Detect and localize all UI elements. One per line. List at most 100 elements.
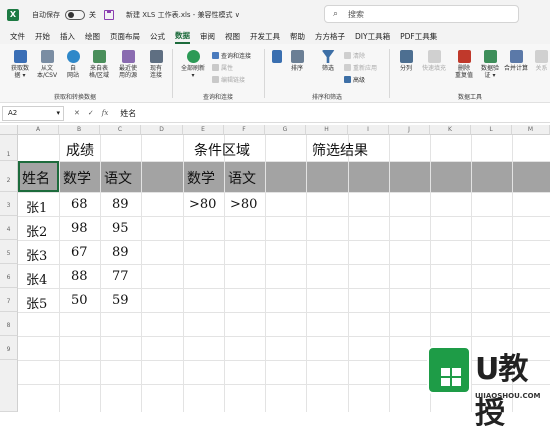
row-header[interactable]: 5 <box>0 240 18 264</box>
flash-fill-button[interactable]: 快速填充 <box>420 50 448 72</box>
column-header[interactable]: I <box>348 125 389 135</box>
row-header[interactable]: 2 <box>0 161 18 192</box>
row-header[interactable]: 4 <box>0 216 18 240</box>
reapply-button[interactable]: 重新应用 <box>344 63 377 72</box>
properties-button[interactable]: 属性 <box>212 63 233 72</box>
edit-links-button[interactable]: 编辑链接 <box>212 75 245 84</box>
tab-ffcell[interactable]: 方方格子 <box>315 31 345 42</box>
column-header[interactable]: A <box>18 125 59 135</box>
cell-header-math[interactable]: 数学 <box>63 168 91 188</box>
recent-sources-icon <box>121 50 135 63</box>
row-header[interactable]: 6 <box>0 264 18 288</box>
from-table-button[interactable]: 来自表 格/区域 <box>86 50 112 79</box>
recent-sources-button[interactable]: 最近使 用的源 <box>115 50 141 79</box>
cell-math[interactable]: 67 <box>71 245 88 260</box>
tab-draw[interactable]: 绘图 <box>85 31 100 42</box>
sort-az-button[interactable] <box>270 50 284 65</box>
data-validation-button[interactable]: 数据验 证 ▾ <box>478 50 502 79</box>
cell-name[interactable]: 张1 <box>26 197 47 216</box>
column-header[interactable]: K <box>430 125 471 135</box>
relationships-icon <box>535 50 548 63</box>
row-header[interactable]: 7 <box>0 288 18 312</box>
row-header[interactable] <box>0 360 18 412</box>
queries-connections-button[interactable]: 查询和连接 <box>212 51 251 60</box>
consolidate-button[interactable]: 合并计算 <box>502 50 530 72</box>
cell-math[interactable]: 88 <box>71 269 88 284</box>
tab-file[interactable]: 文件 <box>10 31 25 42</box>
tab-diy-toolbox[interactable]: DIY工具箱 <box>355 31 390 42</box>
name-box[interactable]: A2 ▾ <box>2 105 64 121</box>
cell-criteria-chinese-value[interactable]: >80 <box>230 197 257 212</box>
refresh-all-button[interactable]: 全部刷新 ▾ <box>178 50 208 79</box>
from-web-button[interactable]: 自 网站 <box>63 50 83 79</box>
cell-header-chinese[interactable]: 语文 <box>104 168 132 188</box>
tab-review[interactable]: 审阅 <box>200 31 215 42</box>
formula-input[interactable]: 姓名 <box>120 108 136 119</box>
tab-pdf-tools[interactable]: PDF工具集 <box>400 31 437 42</box>
group-label-data-tools: 数据工具 <box>458 94 483 101</box>
tab-page-layout[interactable]: 页面布局 <box>110 31 140 42</box>
column-header[interactable]: F <box>224 125 265 135</box>
fx-icon[interactable]: fx <box>102 109 109 117</box>
cell-chinese[interactable]: 59 <box>112 293 129 308</box>
cell-criteria-chinese[interactable]: 语文 <box>228 168 256 188</box>
column-header[interactable]: J <box>389 125 430 135</box>
cancel-icon[interactable]: ✕ <box>74 109 80 117</box>
cell-name[interactable]: 张2 <box>26 221 47 240</box>
tab-help[interactable]: 帮助 <box>290 31 305 42</box>
tab-data[interactable]: 数据 <box>175 30 190 44</box>
cell-results-heading[interactable]: 筛选结果 <box>312 140 368 160</box>
from-text-csv-button[interactable]: 从文 本/CSV <box>34 50 60 79</box>
cell-chinese[interactable]: 95 <box>112 221 129 236</box>
document-title[interactable]: 新建 XLS 工作表.xls - 兼容性模式 ∨ <box>126 10 240 20</box>
cell-chinese[interactable]: 89 <box>112 245 129 260</box>
get-data-button[interactable]: 获取数 据 ▾ <box>8 50 32 79</box>
sort-button[interactable]: 排序 <box>288 50 306 72</box>
clear-filter-button[interactable]: 清除 <box>344 51 365 60</box>
cell-math[interactable]: 68 <box>71 197 88 212</box>
cell-name[interactable]: 张5 <box>26 293 47 312</box>
cell-chinese[interactable]: 77 <box>112 269 129 284</box>
column-header[interactable]: E <box>183 125 224 135</box>
column-header[interactable]: G <box>265 125 306 135</box>
select-all-corner[interactable] <box>0 125 18 135</box>
relationships-button[interactable]: 关系 <box>533 50 550 72</box>
cell-chinese[interactable]: 89 <box>112 197 129 212</box>
active-cell-selection <box>18 161 59 192</box>
cell-name[interactable]: 张4 <box>26 269 47 288</box>
row-header[interactable]: 1 <box>0 135 18 161</box>
advanced-filter-button[interactable]: 高级 <box>344 75 365 84</box>
cell-scores-heading[interactable]: 成绩 <box>66 140 94 160</box>
autosave-toggle[interactable] <box>65 9 85 20</box>
tab-home[interactable]: 开始 <box>35 31 50 42</box>
cell-criteria-heading[interactable]: 条件区域 <box>194 140 250 160</box>
existing-connections-button[interactable]: 现有 连接 <box>146 50 166 79</box>
row-header[interactable]: 8 <box>0 312 18 336</box>
search-box[interactable]: ⌕ 搜索 <box>324 5 519 23</box>
tab-formulas[interactable]: 公式 <box>150 31 165 42</box>
group-separator <box>264 49 265 98</box>
cell-math[interactable]: 98 <box>71 221 88 236</box>
text-to-columns-button[interactable]: 分列 <box>396 50 416 72</box>
row-header[interactable]: 9 <box>0 336 18 360</box>
filter-button[interactable]: 筛选 <box>318 50 338 72</box>
remove-duplicates-button[interactable]: 删除 重复值 <box>452 50 476 79</box>
tab-insert[interactable]: 插入 <box>60 31 75 42</box>
column-header[interactable]: H <box>306 125 348 135</box>
cell-criteria-math[interactable]: 数学 <box>187 168 215 188</box>
cell-criteria-math-value[interactable]: >80 <box>189 197 216 212</box>
column-header[interactable]: B <box>59 125 100 135</box>
tab-developer[interactable]: 开发工具 <box>250 31 280 42</box>
cell-math[interactable]: 50 <box>71 293 88 308</box>
column-header[interactable]: C <box>100 125 141 135</box>
cell-name[interactable]: 张3 <box>26 245 47 264</box>
tab-view[interactable]: 视图 <box>225 31 240 42</box>
column-header[interactable]: M <box>512 125 550 135</box>
column-header[interactable]: L <box>471 125 512 135</box>
row-header[interactable]: 3 <box>0 192 18 216</box>
save-icon[interactable] <box>104 9 114 20</box>
column-header[interactable]: D <box>141 125 183 135</box>
formula-bar: A2 ▾ ✕ ✓ fx 姓名 <box>0 104 550 123</box>
enter-icon[interactable]: ✓ <box>88 109 94 117</box>
consolidate-icon <box>509 50 523 63</box>
